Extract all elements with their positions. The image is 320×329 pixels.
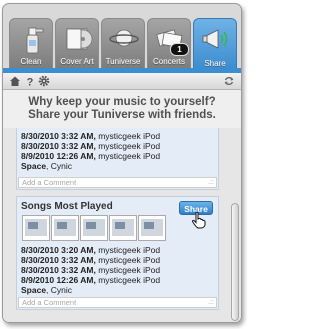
comment-placeholder: Add a Comment — [22, 298, 77, 307]
share-card: 8/30/2010 3:32 AM, mysticgeek iPod 8/30/… — [16, 128, 219, 190]
megaphone-icon — [202, 29, 228, 49]
activity-device: mysticgeek iPod — [98, 255, 161, 265]
scrollbar-thumb[interactable] — [231, 203, 239, 321]
album-thumbnail[interactable] — [109, 215, 137, 241]
tab-share-label: Share — [204, 59, 226, 68]
comment-placeholder: Add a Comment — [22, 178, 77, 187]
activity-row: 8/9/2010 12:26 AM, mysticgeek iPod — [17, 151, 218, 161]
activity-device: mysticgeek iPod — [98, 275, 161, 285]
resize-grip-icon[interactable]: .:: — [208, 178, 214, 187]
activity-row: 8/30/2010 3:32 AM, mysticgeek iPod — [17, 131, 218, 141]
comment-input[interactable]: Add a Comment .:: — [18, 177, 217, 188]
tab-bar: Clean Cover Art Tuniverse 1 Concerts Sha… — [3, 18, 241, 70]
genre-tag-rest: , Cynic — [46, 285, 73, 295]
concerts-count-badge: 1 — [170, 43, 189, 56]
activity-device: mysticgeek iPod — [98, 141, 161, 151]
genre-tag-primary: Space — [21, 161, 47, 171]
tab-tuniverse[interactable]: Tuniverse — [101, 18, 145, 68]
songs-most-played-card: Songs Most Played Share 8/30/2010 3:20 A… — [16, 196, 219, 310]
activity-list: 8/30/2010 3:20 AM, mysticgeek iPod 8/30/… — [17, 245, 218, 295]
toolbar: ? — [3, 73, 241, 90]
share-message-line2: Share your Tuniverse with friends. — [28, 109, 216, 121]
home-icon[interactable] — [9, 75, 21, 87]
album-thumbnail[interactable] — [138, 215, 166, 241]
activity-device: mysticgeek iPod — [98, 131, 161, 141]
activity-date: 8/30/2010 3:32 AM, — [21, 255, 96, 265]
help-icon[interactable]: ? — [24, 75, 36, 88]
activity-device: mysticgeek iPod — [98, 151, 161, 161]
activity-date: 8/30/2010 3:32 AM, — [21, 131, 96, 141]
tab-cover-art[interactable]: Cover Art — [55, 18, 99, 68]
genre-tag-primary: Space — [21, 285, 47, 295]
planet-icon — [109, 29, 139, 47]
cover-art-icon — [66, 28, 93, 50]
activity-date: 8/30/2010 3:20 AM, — [21, 245, 96, 255]
tab-concerts-label: Concerts — [152, 57, 185, 66]
activity-row: 8/9/2010 12:26 AM, mysticgeek iPod — [17, 275, 218, 285]
tab-tuniverse-label: Tuniverse — [105, 57, 141, 66]
activity-date: 8/9/2010 12:26 AM, — [21, 275, 96, 285]
activity-row: 8/30/2010 3:32 AM, mysticgeek iPod — [17, 255, 218, 265]
tab-clean[interactable]: Clean — [9, 18, 53, 68]
album-thumbnail[interactable] — [51, 215, 79, 241]
share-message-line1: Why keep your music to yourself? — [28, 96, 216, 108]
resize-grip-icon[interactable]: .:: — [208, 298, 214, 307]
refresh-icon[interactable] — [223, 75, 235, 87]
activity-date: 8/30/2010 3:32 AM, — [21, 265, 96, 275]
activity-row: 8/30/2010 3:32 AM, mysticgeek iPod — [17, 265, 218, 275]
activity-date: 8/30/2010 3:32 AM, — [21, 141, 96, 151]
activity-row: 8/30/2010 3:32 AM, mysticgeek iPod — [17, 141, 218, 151]
activity-row: 8/30/2010 3:20 AM, mysticgeek iPod — [17, 245, 218, 255]
activity-device: mysticgeek iPod — [98, 245, 161, 255]
share-message: Why keep your music to yourself? Share y… — [3, 90, 241, 128]
album-thumbnail[interactable] — [80, 215, 108, 241]
gear-icon[interactable] — [38, 75, 50, 87]
tab-share[interactable]: Share — [193, 18, 237, 70]
activity-date: 8/9/2010 12:26 AM, — [21, 151, 96, 161]
album-thumbnail[interactable] — [22, 215, 50, 241]
spray-bottle-icon — [26, 27, 44, 54]
genre-tag-rest: , Cynic — [46, 161, 73, 171]
tuneup-window: Clean Cover Art Tuniverse 1 Concerts Sha… — [2, 3, 242, 323]
share-feed: 8/30/2010 3:32 AM, mysticgeek iPod 8/30/… — [3, 128, 241, 322]
tab-concerts[interactable]: 1 Concerts — [147, 18, 191, 68]
hand-cursor-icon — [191, 211, 206, 229]
tab-clean-label: Clean — [20, 57, 42, 66]
genre-tags: Space, Cynic — [17, 161, 218, 171]
comment-input[interactable]: Add a Comment .:: — [18, 297, 217, 308]
genre-tags: Space, Cynic — [17, 285, 218, 295]
svg-text:?: ? — [27, 77, 34, 88]
activity-device: mysticgeek iPod — [98, 265, 161, 275]
tab-cover-art-label: Cover Art — [60, 57, 94, 66]
